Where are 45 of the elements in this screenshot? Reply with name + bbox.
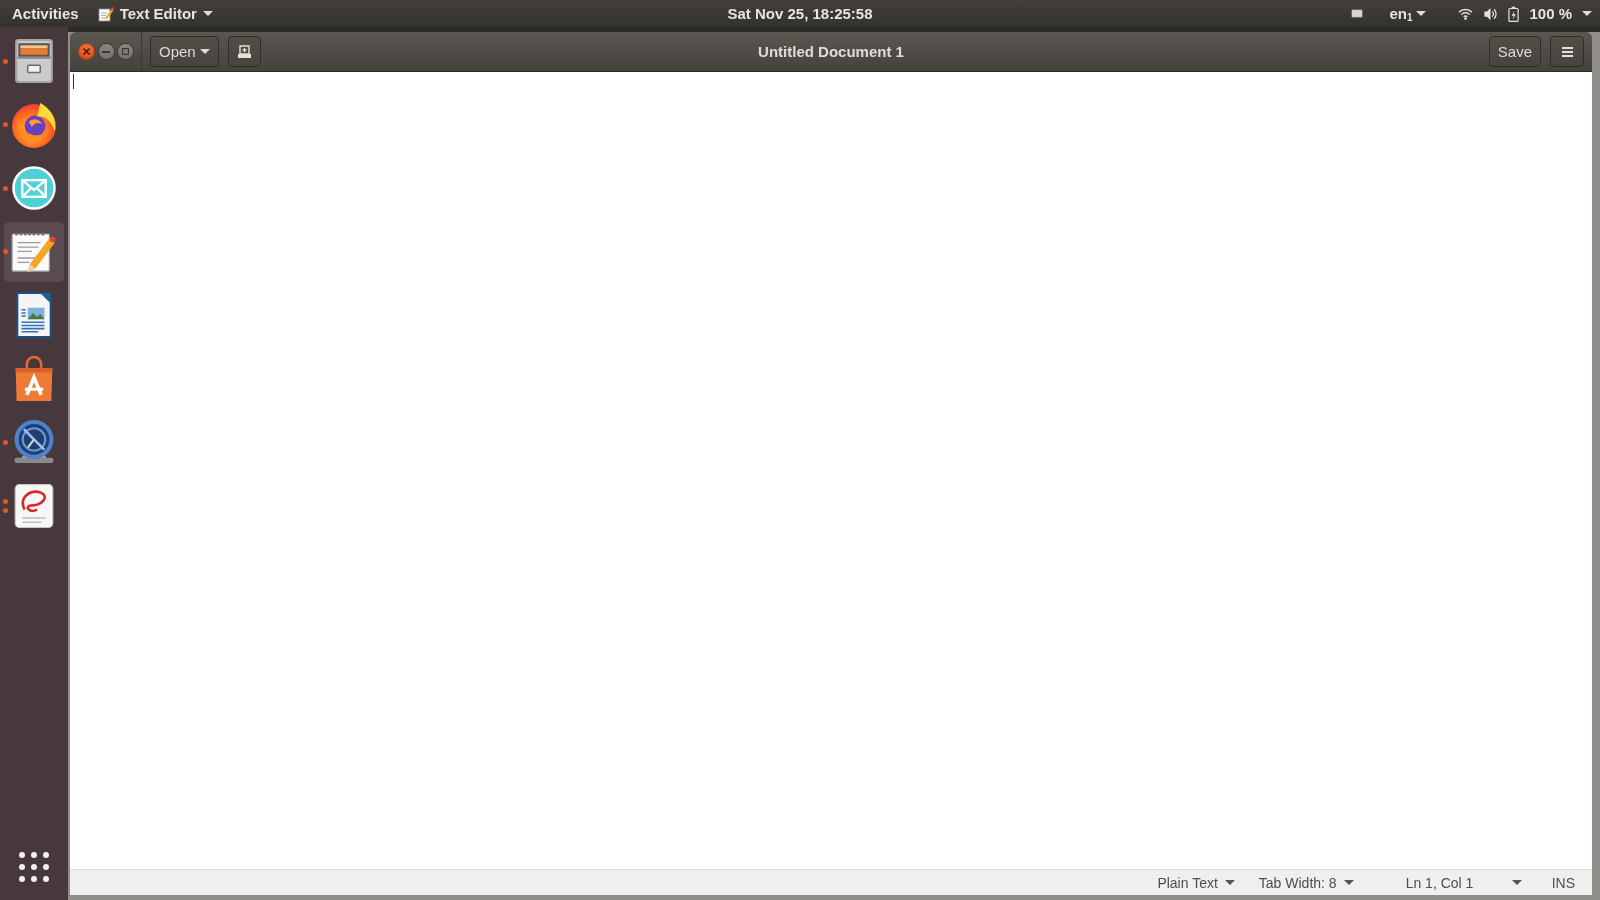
language-dropdown[interactable]: Plain Text — [1149, 870, 1243, 895]
open-button[interactable]: Open — [150, 36, 219, 67]
menu-icon — [1561, 46, 1573, 57]
insert-mode-label: INS — [1551, 874, 1575, 891]
caret-icon — [199, 49, 210, 54]
caret-icon — [1582, 11, 1592, 16]
caret-icon — [1343, 880, 1354, 885]
menu-button[interactable] — [1550, 36, 1584, 67]
window-title: Untitled Document 1 — [758, 43, 904, 60]
minimize-icon — [102, 50, 110, 53]
maximize-button[interactable] — [117, 43, 134, 60]
maximize-icon — [122, 48, 129, 55]
activities-button[interactable]: Activities — [0, 0, 89, 27]
battery-charging-icon — [1508, 5, 1520, 22]
flame-globe-icon — [11, 101, 57, 148]
new-tab-button[interactable] — [227, 36, 261, 67]
volume-icon — [1483, 6, 1499, 21]
cursor-position-dropdown[interactable]: Ln 1, Col 1 — [1397, 870, 1530, 895]
caret-icon — [202, 11, 213, 16]
tab-width-dropdown[interactable]: Tab Width: 8 — [1250, 870, 1362, 895]
system-menu-button[interactable]: 100 % — [1438, 0, 1600, 27]
keyboard-layout-button[interactable]: en$_{1}$ — [1375, 0, 1439, 27]
wheel-icon — [12, 420, 56, 464]
display-icon — [1351, 9, 1364, 18]
envelope-icon — [12, 166, 56, 210]
shopping-bag-icon — [14, 355, 54, 402]
document-swirl-icon — [14, 483, 54, 528]
tray-plus-icon — [236, 44, 252, 59]
clock-button[interactable]: Sat Nov 25, 18:25:58 — [717, 0, 883, 27]
notepad-pencil-icon — [97, 5, 114, 22]
wifi-icon — [1458, 7, 1474, 20]
app-grid-icon — [19, 852, 49, 882]
document-picture-icon — [14, 292, 54, 338]
app-menu-button[interactable]: Text Editor — [88, 0, 223, 27]
dock-launcher[interactable] — [4, 221, 64, 282]
notepad-pencil-icon — [11, 229, 57, 274]
text-cursor — [73, 74, 74, 89]
caret-icon — [1224, 880, 1235, 885]
minimize-button[interactable] — [97, 43, 115, 60]
caret-icon — [1511, 880, 1522, 885]
file-cabinet-icon — [12, 39, 56, 83]
close-icon — [83, 48, 90, 55]
close-button[interactable] — [78, 43, 95, 60]
caret-icon — [1416, 11, 1427, 16]
save-button[interactable]: Save — [1488, 36, 1541, 67]
